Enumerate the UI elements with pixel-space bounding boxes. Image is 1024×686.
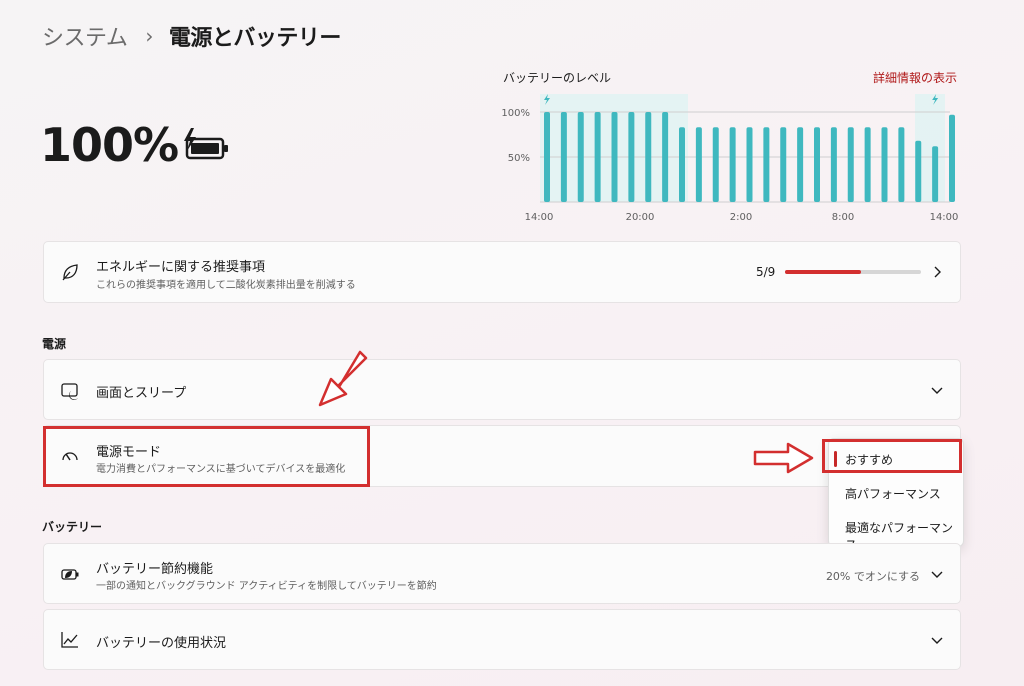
chart-bar: [797, 127, 804, 202]
chart-bar: [577, 112, 584, 202]
energy-recommendations-card[interactable]: エネルギーに関する推奨事項 これらの推奨事項を適用して二酸化炭素排出量を削減する…: [43, 241, 961, 303]
details-link[interactable]: 詳細情報の表示: [873, 69, 957, 86]
chevron-right-icon: [934, 266, 941, 278]
energy-title: エネルギーに関する推奨事項: [96, 260, 266, 275]
annotation-arrow-down-left: [318, 350, 368, 407]
chart-bar: [814, 127, 820, 202]
power-mode-option-high-performance[interactable]: 高パフォーマンス: [845, 485, 941, 502]
chart-bar: [864, 127, 871, 202]
energy-progress-text: 5/9: [756, 265, 776, 279]
battery-usage-card[interactable]: バッテリーの使用状況: [43, 609, 961, 670]
screen-sleep-icon: [61, 382, 78, 400]
battery-saver-icon: [61, 568, 79, 580]
chart-bar: [695, 127, 702, 202]
chart-bar: [662, 112, 669, 202]
section-battery-heading: バッテリー: [42, 520, 103, 534]
chart-bar: [949, 114, 955, 202]
breadcrumb: システム › 電源とバッテリー: [42, 20, 341, 52]
chart-bar: [628, 112, 635, 202]
chevron-down-icon[interactable]: [930, 567, 944, 581]
energy-progress-track: [785, 270, 921, 274]
x-tick-label: 8:00: [832, 212, 854, 223]
chart-title: バッテリーのレベル: [503, 71, 612, 85]
x-tick-label: 20:00: [626, 212, 655, 223]
screen-sleep-card[interactable]: 画面とスリープ: [43, 359, 961, 420]
page-title: 電源とバッテリー: [168, 26, 342, 51]
battery-percent: 100%: [40, 118, 179, 172]
annotation-highlight-recommended: [822, 439, 962, 473]
x-tick-label: 14:00: [525, 212, 554, 223]
chart-bar: [611, 112, 618, 202]
battery-level-chart: 100% 50% 14:00 20:00 2:00 8:00 14:00: [501, 94, 959, 223]
usage-graph-icon: [61, 631, 78, 648]
chart-bar: [645, 112, 652, 202]
breadcrumb-separator: ›: [145, 24, 153, 48]
chart-bar: [830, 127, 837, 202]
chart-bar: [780, 127, 787, 202]
battery-saver-title: バッテリー節約機能: [96, 562, 214, 577]
screen-sleep-title: 画面とスリープ: [96, 386, 187, 401]
leaf-icon: [62, 264, 78, 281]
section-power-heading: 電源: [42, 337, 67, 351]
y-tick-label: 100%: [501, 108, 530, 119]
battery-usage-title: バッテリーの使用状況: [96, 636, 227, 651]
chart-bar: [898, 127, 905, 202]
chevron-down-icon: [931, 637, 943, 644]
chart-bar: [847, 127, 854, 202]
energy-subtitle: これらの推奨事項を適用して二酸化炭素排出量を削減する: [96, 280, 356, 291]
chart-bar: [544, 112, 550, 202]
chevron-down-icon: [931, 387, 943, 394]
battery-charging-icon: [184, 128, 228, 160]
x-tick-label: 2:00: [730, 212, 752, 223]
chart-bar: [881, 127, 888, 202]
chart-bar: [679, 127, 685, 202]
battery-saver-card[interactable]: バッテリー節約機能 一部の通知とバックグラウンド アクティビティを制限してバッテ…: [43, 543, 961, 604]
x-tick-label: 14:00: [930, 212, 959, 223]
chart-bar: [932, 146, 939, 202]
chart-bar: [763, 127, 770, 202]
chart-bar: [729, 127, 736, 202]
chart-bar: [560, 112, 567, 202]
breadcrumb-system-link[interactable]: システム: [42, 20, 128, 52]
chart-bar: [594, 112, 601, 202]
energy-progress-fill: [785, 270, 861, 274]
y-tick-label: 50%: [508, 153, 530, 164]
chart-bar: [712, 127, 719, 202]
chart-bar: [915, 140, 922, 202]
annotation-highlight-power-mode: [43, 426, 370, 487]
chart-bar: [746, 127, 753, 202]
battery-saver-threshold: 20% でオンにする: [825, 570, 920, 583]
battery-saver-subtitle: 一部の通知とバックグラウンド アクティビティを制限してバッテリーを節約: [96, 581, 437, 592]
annotation-arrow-right: [753, 442, 814, 474]
